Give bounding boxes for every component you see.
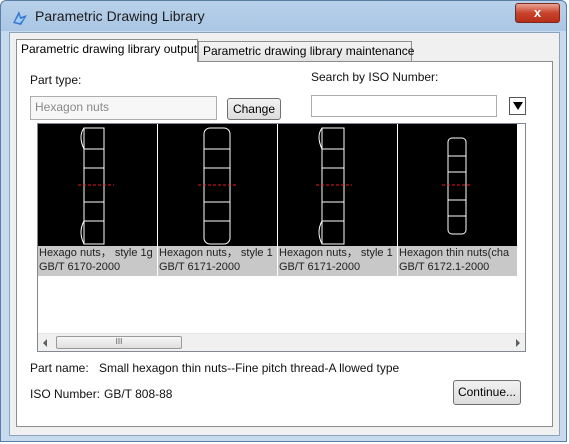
continue-button[interactable]: Continue... — [453, 380, 521, 405]
app-icon — [13, 11, 27, 25]
gallery-item[interactable]: Hexagon nuts， style 1 GB/T 6171-2000 — [278, 124, 397, 276]
gallery-item-title: Hexagon thin nuts(cha — [399, 247, 510, 259]
gallery-item-standard: GB/T 6171-2000 — [159, 261, 241, 273]
gallery-item-title: Hexagon nuts， style 1 — [279, 247, 393, 259]
dialog-window: Parametric Drawing Library x Parametric … — [0, 0, 567, 442]
scrollbar-thumb[interactable]: III — [56, 336, 182, 349]
part-type-field: Hexagon nuts — [30, 96, 217, 120]
gallery-item-caption: Hexagon nuts， style 1 GB/T 6171-2000 — [278, 246, 397, 276]
gallery-horizontal-scrollbar[interactable]: III — [38, 333, 525, 351]
part-preview — [398, 124, 517, 246]
output-panel: Part type: Search by ISO Number: Hexagon… — [16, 61, 553, 427]
hex-nut-drawing-icon — [316, 127, 352, 245]
part-name-value: Small hexagon thin nuts--Fine pitch thre… — [99, 361, 400, 375]
part-preview — [158, 124, 277, 246]
close-button[interactable]: x — [515, 3, 560, 23]
part-type-label: Part type: — [30, 73, 82, 87]
gallery-item-standard: GB/T 6171-2000 — [279, 261, 361, 273]
gallery-item[interactable]: Hexago nuts， style 1g GB/T 6170-2000 — [38, 124, 157, 276]
scroll-right-icon[interactable] — [516, 339, 520, 347]
scroll-left-icon[interactable] — [43, 339, 47, 347]
iso-number-label: ISO Number: — [30, 387, 101, 401]
dialog-client: Parametric drawing library output Parame… — [9, 32, 560, 436]
search-dropdown-button[interactable] — [509, 97, 526, 115]
title-bar[interactable]: Parametric Drawing Library x — [1, 1, 566, 33]
iso-search-input[interactable] — [311, 95, 497, 117]
gallery-item-standard: GB/T 6170-2000 — [39, 261, 121, 273]
part-name-label: Part name: — [30, 361, 89, 375]
parts-gallery: Hexago nuts， style 1g GB/T 6170-2000 Hex… — [37, 123, 526, 352]
chevron-down-icon — [513, 102, 523, 110]
part-preview — [38, 124, 157, 246]
part-preview — [278, 124, 397, 246]
tab-library-output[interactable]: Parametric drawing library output — [16, 39, 198, 62]
gallery-item[interactable]: Hexagon thin nuts(cha GB/T 6172.1-2000 — [398, 124, 517, 276]
gallery-item-standard: GB/T 6172.1-2000 — [399, 261, 490, 273]
gallery-item-caption: Hexago nuts， style 1g GB/T 6170-2000 — [38, 246, 157, 276]
hex-nut-drawing-icon — [78, 127, 114, 245]
window-title: Parametric Drawing Library — [35, 8, 205, 24]
change-button[interactable]: Change — [227, 98, 281, 120]
gallery-item-caption: Hexagon nuts， style 1 GB/T 6171-2000 — [158, 246, 277, 276]
gallery-item-title: Hexago nuts， style 1g — [39, 247, 153, 259]
hex-nut-drawing-icon — [198, 127, 236, 245]
gallery-item-caption: Hexagon thin nuts(cha GB/T 6172.1-2000 — [398, 246, 517, 276]
gallery-item-title: Hexagon nuts， style 1 — [159, 247, 273, 259]
tab-library-maintenance[interactable]: Parametric drawing library maintenance — [198, 41, 414, 61]
iso-number-value: GB/T 808-88 — [104, 387, 173, 401]
search-label: Search by ISO Number: — [311, 70, 439, 84]
hex-nut-drawing-icon — [442, 137, 472, 235]
gallery-item[interactable]: Hexagon nuts， style 1 GB/T 6171-2000 — [158, 124, 277, 276]
